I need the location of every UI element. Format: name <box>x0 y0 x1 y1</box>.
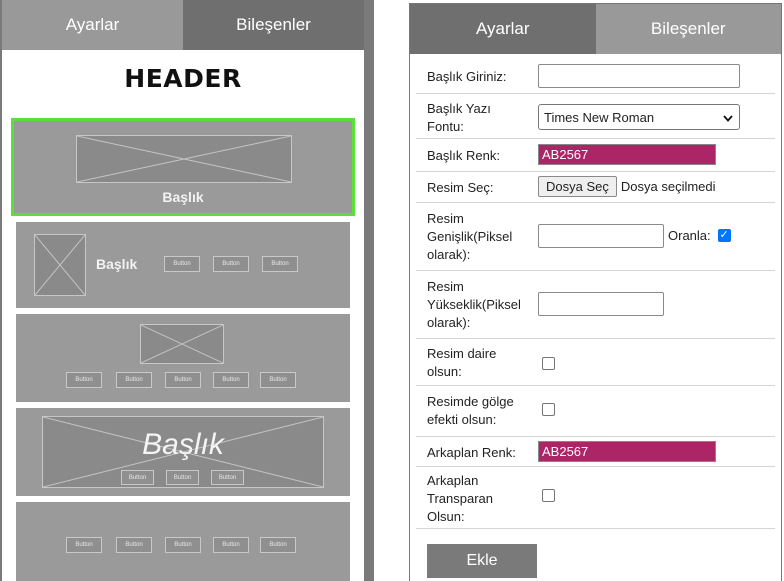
image-shadow-row: Resimde gölge efekti olsun: <box>416 386 775 437</box>
image-width-row: Resim Genişlik(Piksel olarak): Oranla: ✓ <box>416 203 775 271</box>
ratio-option: Oranla: ✓ <box>668 228 731 243</box>
image-placeholder-icon <box>76 135 292 183</box>
image-circle-row: Resim daire olsun: <box>416 339 775 386</box>
template-button: Button <box>165 537 201 553</box>
bg-transparent-row: Arkaplan Transparan Olsun: <box>416 467 775 529</box>
image-width-label: Resim Genişlik(Piksel olarak): <box>427 211 513 262</box>
template-card-hero-title[interactable]: Başlık <box>11 118 355 216</box>
chevron-down-icon <box>723 110 733 125</box>
left-tab-bar: Ayarlar Bileşenler <box>2 0 364 50</box>
template-button: Button <box>116 372 152 388</box>
image-height-input[interactable] <box>538 292 664 316</box>
right-tab-bar: Ayarlar Bileşenler <box>410 4 781 54</box>
title-font-select[interactable]: Times New Roman <box>538 104 740 130</box>
image-circle-checkbox[interactable] <box>542 357 555 370</box>
bg-transparent-label: Arkaplan Transparan Olsun: <box>427 473 493 524</box>
template-button: Button <box>166 470 199 485</box>
settings-form: Başlık Giriniz: Başlık Yazı Fontu: Times… <box>416 54 775 529</box>
template-button: Button <box>66 372 102 388</box>
ratio-checkbox[interactable]: ✓ <box>717 229 731 242</box>
title-color-picker[interactable]: AB2567 <box>538 144 716 165</box>
title-font-row: Başlık Yazı Fontu: Times New Roman <box>416 94 775 139</box>
file-status: Dosya seçilmedi <box>620 179 716 194</box>
image-height-label: Resim Yükseklik(Piksel olarak): <box>427 279 521 330</box>
image-placeholder-icon <box>140 324 224 364</box>
template-button: Button <box>213 372 249 388</box>
template-card-side-image[interactable]: Başlık Button Button Button <box>16 222 350 308</box>
template-title: Başlık <box>96 256 138 272</box>
header-title: HEADER <box>124 64 242 93</box>
template-button: Button <box>260 537 296 553</box>
template-button: Button <box>164 256 200 272</box>
choose-file-button[interactable]: Dosya Seç <box>538 176 617 197</box>
component-preview-panel: Ayarlar Bileşenler HEADER Başlık Başlık … <box>0 0 374 581</box>
title-font-label: Başlık Yazı Fontu: <box>427 101 491 134</box>
image-shadow-checkbox[interactable] <box>542 403 555 416</box>
title-font-value: Times New Roman <box>544 109 655 125</box>
settings-panel: Ayarlar Bileşenler Başlık Giriniz: Başlı… <box>409 3 782 581</box>
image-select-row: Resim Seç: Dosya Seç Dosya seçilmedi <box>416 172 775 203</box>
image-height-row: Resim Yükseklik(Piksel olarak): <box>416 271 775 339</box>
template-button: Button <box>262 256 298 272</box>
bg-color-row: Arkaplan Renk: AB2567 <box>416 437 775 467</box>
template-title: Başlık <box>142 428 224 461</box>
template-card-image-buttons[interactable]: Button Button Button Button Button <box>16 314 350 402</box>
template-button: Button <box>211 470 244 485</box>
title-color-row: Başlık Renk: AB2567 <box>416 139 775 172</box>
template-card-button-row[interactable]: Button Button Button Button Button <box>16 502 350 581</box>
image-placeholder-icon <box>34 234 86 296</box>
title-input-label: Başlık Giriniz: <box>427 69 507 84</box>
ratio-label: Oranla: <box>668 228 711 243</box>
template-button: Button <box>121 470 154 485</box>
template-button: Button <box>165 372 201 388</box>
bg-color-label: Arkaplan Renk: <box>427 445 516 460</box>
title-color-label: Başlık Renk: <box>427 148 500 163</box>
image-circle-label: Resim daire olsun: <box>427 346 497 379</box>
template-list[interactable]: Başlık Başlık Button Button Button Butto… <box>10 118 356 581</box>
template-button: Button <box>116 537 152 553</box>
title-input[interactable] <box>538 64 740 88</box>
template-button: Button <box>213 256 249 272</box>
tab-components[interactable]: Bileşenler <box>595 4 781 54</box>
template-button: Button <box>260 372 296 388</box>
title-input-row: Başlık Giriniz: <box>416 54 775 94</box>
bg-transparent-checkbox[interactable] <box>542 489 555 502</box>
image-width-input[interactable] <box>538 224 664 248</box>
tab-components[interactable]: Bileşenler <box>183 0 364 50</box>
template-button: Button <box>66 537 102 553</box>
add-button[interactable]: Ekle <box>427 544 537 578</box>
tab-settings[interactable]: Ayarlar <box>410 4 596 54</box>
template-title: Başlık <box>162 189 204 205</box>
image-select-label: Resim Seç: <box>427 180 494 195</box>
tab-settings[interactable]: Ayarlar <box>2 0 183 50</box>
bg-color-picker[interactable]: AB2567 <box>538 441 716 462</box>
file-input: Dosya Seç Dosya seçilmedi <box>538 176 716 197</box>
template-button: Button <box>213 537 249 553</box>
template-card-banner[interactable]: Başlık Button Button Button <box>16 408 350 496</box>
image-shadow-label: Resimde gölge efekti olsun: <box>427 394 514 427</box>
